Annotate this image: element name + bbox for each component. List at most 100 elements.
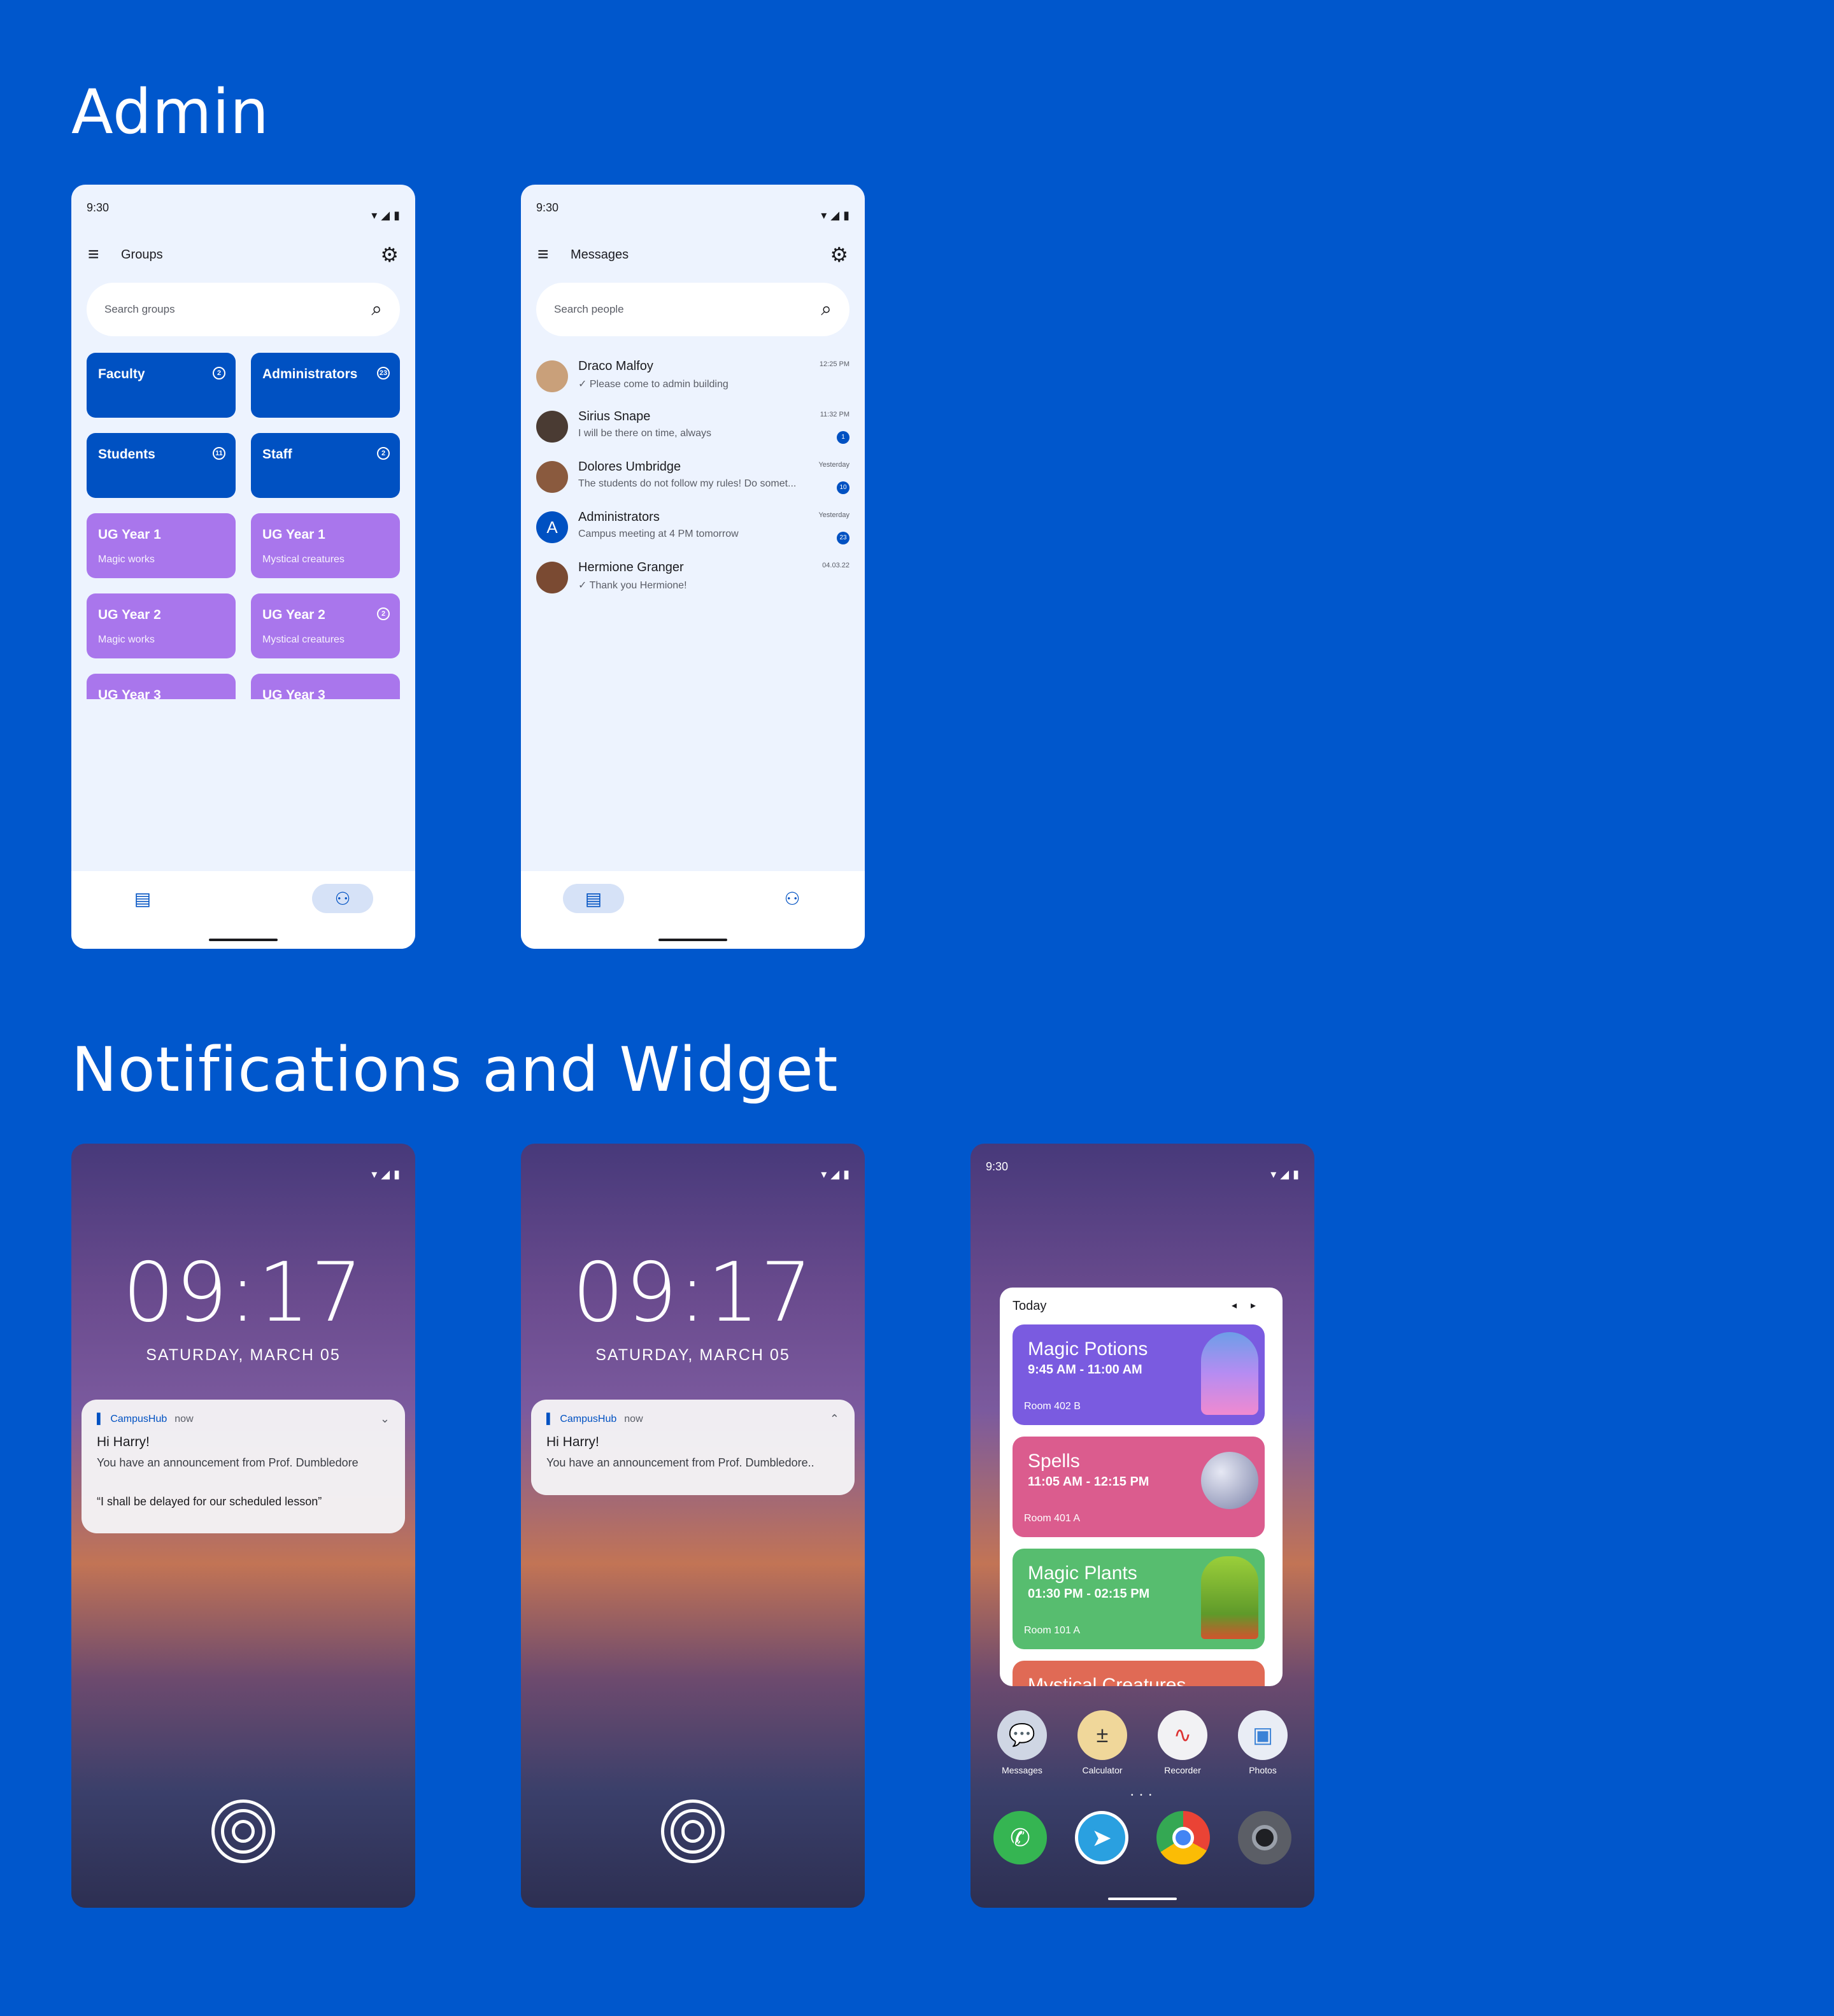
message-meta: 11:32 PM 1 bbox=[811, 407, 849, 458]
lock-clock: 09:17 bbox=[572, 1246, 814, 1340]
app-row: 💬 Messages ± Calculator ∿ Recorder ▣ Photos bbox=[993, 1710, 1291, 1775]
signal-icon: ◢ bbox=[830, 209, 840, 222]
chevron-down-icon[interactable]: ⌄ bbox=[380, 1412, 390, 1426]
fingerprint-icon[interactable] bbox=[661, 1799, 725, 1863]
search-icon[interactable]: ⌕ bbox=[821, 299, 832, 320]
camera-app-icon[interactable] bbox=[1238, 1811, 1291, 1864]
group-card[interactable]: UG Year 1 Mystical creatures bbox=[251, 513, 400, 578]
group-card[interactable]: UG Year 3Mystical creatures bbox=[251, 674, 400, 699]
signal-icon: ◢ bbox=[830, 1168, 840, 1181]
message-meta: Yesterday 23 bbox=[811, 508, 849, 558]
gesture-handle bbox=[658, 939, 727, 941]
message-time: 12:25 PM bbox=[819, 360, 849, 368]
nav-groups-icon[interactable]: ⚇ bbox=[312, 884, 373, 913]
search-bar[interactable]: Search people ⌕ bbox=[536, 283, 849, 336]
app-bar: ≡ Messages ⚙ bbox=[521, 236, 865, 274]
message-time: 11:32 PM bbox=[820, 411, 849, 418]
status-time: 9:30 bbox=[87, 201, 110, 214]
class-card[interactable]: Spells 11:05 AM - 12:15 PM Room 401 A bbox=[1013, 1437, 1265, 1537]
message-row[interactable]: Dolores Umbridge The students do not foll… bbox=[536, 457, 849, 508]
message-meta: 12:25 PM bbox=[811, 357, 849, 408]
message-body: Hermione Granger ✓ Thank you Hermione! bbox=[578, 558, 811, 609]
chevron-up-icon[interactable]: ⌃ bbox=[830, 1412, 839, 1426]
gear-icon[interactable]: ⚙ bbox=[380, 243, 399, 267]
search-icon[interactable]: ⌕ bbox=[371, 299, 382, 320]
group-card[interactable]: Faculty 2 bbox=[87, 353, 236, 418]
message-preview: The students do not follow my rules! Do … bbox=[578, 478, 797, 489]
class-card[interactable]: Mystical Creatures bbox=[1013, 1661, 1265, 1686]
unread-badge: 11 bbox=[213, 447, 225, 460]
app-photos[interactable]: ▣ Photos bbox=[1234, 1710, 1291, 1775]
avatar bbox=[536, 411, 568, 443]
menu-icon[interactable]: ≡ bbox=[88, 245, 110, 264]
app-messages[interactable]: 💬 Messages bbox=[993, 1710, 1051, 1775]
message-preview: ✓ Thank you Hermione! bbox=[578, 580, 687, 591]
app-bar: ≡ Groups ⚙ bbox=[71, 236, 415, 274]
group-card[interactable]: UG Year 3Magic works bbox=[87, 674, 236, 699]
group-card[interactable]: UG Year 1 Magic works bbox=[87, 513, 236, 578]
message-meta: 04.03.22 bbox=[811, 558, 849, 609]
unread-badge: 2 bbox=[377, 607, 390, 620]
notification-title: Hi Harry! bbox=[97, 1435, 150, 1449]
chrome-app-icon[interactable] bbox=[1156, 1811, 1210, 1864]
group-card[interactable]: Students 11 bbox=[87, 433, 236, 498]
search-bar[interactable]: Search groups ⌕ bbox=[87, 283, 400, 336]
gesture-handle bbox=[209, 939, 278, 941]
battery-icon: ▮ bbox=[394, 1168, 400, 1181]
section-title-admin: Admin bbox=[71, 76, 269, 148]
app-icon: ▌ bbox=[546, 1413, 554, 1424]
group-card[interactable]: Administrators 23 bbox=[251, 353, 400, 418]
dock: ✆ ➤ bbox=[993, 1811, 1291, 1864]
app-calculator[interactable]: ± Calculator bbox=[1074, 1710, 1131, 1775]
unread-badge: 2 bbox=[213, 367, 225, 380]
lock-date: SATURDAY, MARCH 05 bbox=[595, 1346, 790, 1364]
prev-arrow-icon[interactable]: ◂ bbox=[1232, 1300, 1251, 1311]
avatar bbox=[536, 461, 568, 493]
telegram-app-icon[interactable]: ➤ bbox=[1075, 1811, 1128, 1864]
search-input[interactable]: Search people bbox=[554, 303, 821, 316]
signal-icon: ◢ bbox=[381, 209, 390, 222]
fingerprint-icon[interactable] bbox=[211, 1799, 275, 1863]
messages-phone: 9:30 ▾ ◢ ▮ ≡ Messages ⚙ Search people ⌕ Dr… bbox=[521, 185, 865, 949]
menu-icon[interactable]: ≡ bbox=[537, 245, 559, 264]
group-name: UG Year 2 bbox=[262, 607, 325, 622]
notification-card[interactable]: ▌ CampusHub now ⌄ Hi Harry! You have an … bbox=[82, 1400, 405, 1533]
gear-icon[interactable]: ⚙ bbox=[830, 243, 848, 267]
message-row[interactable]: Draco Malfoy ✓ Please come to admin build… bbox=[536, 357, 849, 408]
sender-name: Sirius Snape bbox=[578, 409, 651, 423]
class-room: Room 402 B bbox=[1024, 1401, 1081, 1412]
notification-card[interactable]: ▌ CampusHub now ⌃ Hi Harry! You have an … bbox=[531, 1400, 855, 1495]
page-title: Groups bbox=[121, 247, 163, 262]
class-card[interactable]: Magic Plants 01:30 PM - 02:15 PM Room 10… bbox=[1013, 1549, 1265, 1649]
group-card[interactable]: Staff 2 bbox=[251, 433, 400, 498]
notification-time: now bbox=[624, 1413, 643, 1424]
calculator-app-icon: ± bbox=[1077, 1710, 1127, 1760]
message-row[interactable]: Sirius Snape I will be there on time, alw… bbox=[536, 407, 849, 458]
group-card[interactable]: UG Year 2 Magic works bbox=[87, 593, 236, 658]
nav-messages-icon[interactable]: ▤ bbox=[563, 884, 624, 913]
group-name: UG Year 1 bbox=[262, 527, 325, 542]
app-recorder[interactable]: ∿ Recorder bbox=[1154, 1710, 1211, 1775]
search-input[interactable]: Search groups bbox=[104, 303, 371, 316]
message-row[interactable]: Hermione Granger ✓ Thank you Hermione! 04.… bbox=[536, 558, 849, 609]
nav-groups-icon[interactable]: ⚇ bbox=[762, 884, 823, 913]
group-card[interactable]: UG Year 2 Mystical creatures 2 bbox=[251, 593, 400, 658]
wifi-icon: ▾ bbox=[371, 1168, 378, 1181]
schedule-widget[interactable]: Today ◂▸ Magic Potions 9:45 AM - 11:00 A… bbox=[1000, 1288, 1283, 1686]
class-card[interactable]: Magic Potions 9:45 AM - 11:00 AM Room 40… bbox=[1013, 1324, 1265, 1425]
bottom-nav: ▤ ⚇ bbox=[521, 871, 865, 949]
wifi-icon: ▾ bbox=[371, 209, 378, 222]
next-arrow-icon[interactable]: ▸ bbox=[1251, 1300, 1270, 1311]
message-preview: ✓ Please come to admin building bbox=[578, 379, 729, 390]
notification-body: You have an announcement from Prof. Dumb… bbox=[97, 1456, 359, 1469]
message-row[interactable]: A Administrators Campus meeting at 4 PM to… bbox=[536, 508, 849, 558]
message-time: Yesterday bbox=[818, 511, 849, 519]
lock-date: SATURDAY, MARCH 05 bbox=[146, 1346, 341, 1364]
avatar bbox=[536, 562, 568, 593]
phone-app-icon[interactable]: ✆ bbox=[993, 1811, 1047, 1864]
battery-icon: ▮ bbox=[843, 1168, 849, 1181]
notification-quote: “I shall be delayed for our scheduled le… bbox=[97, 1495, 322, 1508]
nav-messages-icon[interactable]: ▤ bbox=[112, 884, 173, 913]
home-screen: 9:30 ▾ ◢ ▮ Today ◂▸ Magic Potions 9:45 AM … bbox=[970, 1144, 1314, 1908]
message-body: Administrators Campus meeting at 4 PM tom… bbox=[578, 508, 811, 558]
